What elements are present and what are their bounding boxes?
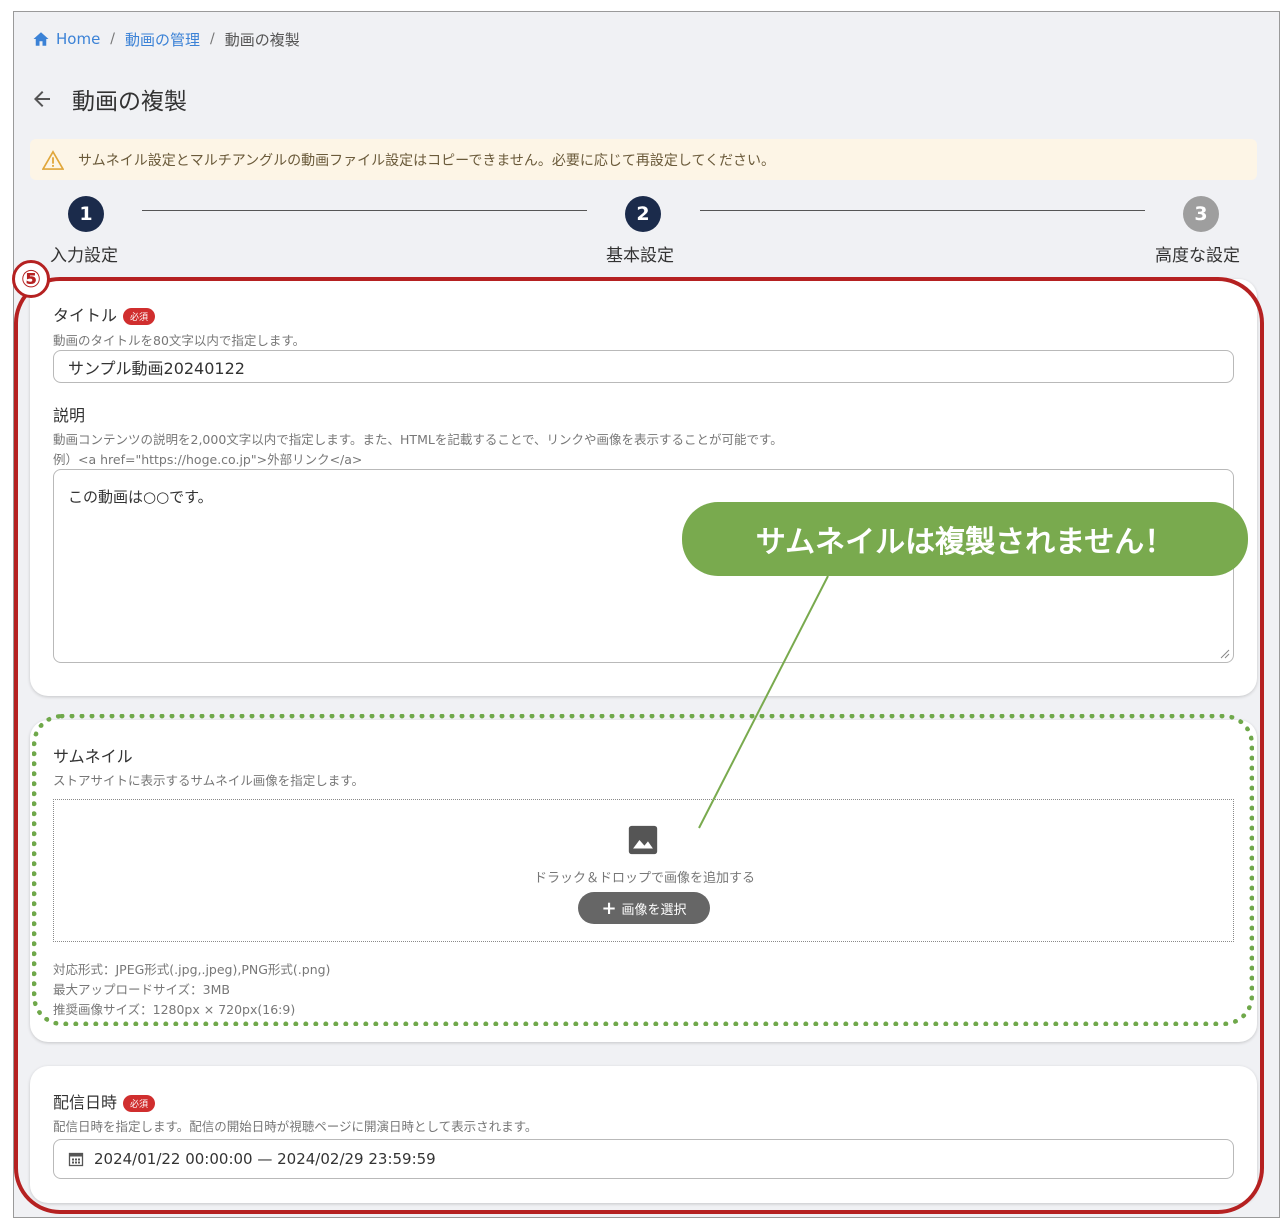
description-value: この動画は○○です。 — [68, 488, 213, 506]
breadcrumb: Home / 動画の管理 / 動画の複製 — [32, 28, 300, 50]
required-badge: 必須 — [123, 1095, 156, 1112]
step-1-circle[interactable]: 1 — [68, 196, 104, 232]
recommend-note: 推奨画像サイズ：1280px × 720px(16:9) — [53, 1002, 296, 1017]
delivery-label: 配信日時 必須 — [53, 1089, 156, 1113]
delivery-label-text: 配信日時 — [53, 1093, 118, 1112]
calendar-icon — [68, 1152, 84, 1167]
page-title: 動画の複製 — [72, 89, 187, 115]
dropzone-text: ドラック＆ドロップで画像を追加する — [533, 871, 755, 886]
thumbnail-label: サムネイル — [53, 747, 133, 766]
step-1-label: 入力設定 — [50, 246, 118, 266]
image-icon — [628, 825, 658, 855]
resize-handle-icon[interactable] — [1220, 649, 1230, 659]
description-label: 説明 — [53, 406, 86, 425]
app-window: Home / 動画の管理 / 動画の複製 動画の複製 サムネイル設定とマルチアン… — [13, 11, 1280, 1218]
breadcrumb-separator: / — [210, 31, 215, 47]
select-image-button[interactable]: + 画像を選択 — [578, 892, 710, 924]
thumbnail-dropzone[interactable]: ドラック＆ドロップで画像を追加する + 画像を選択 — [53, 799, 1234, 942]
delivery-value: 2024/01/22 00:00:00 — 2024/02/29 23:59:5… — [94, 1150, 436, 1168]
warning-icon — [42, 149, 64, 170]
description-hint: 動画コンテンツの説明を2,000文字以内で指定します。また、HTMLを記載するこ… — [53, 432, 783, 447]
title-label-text: タイトル — [53, 306, 118, 325]
step-3-circle[interactable]: 3 — [1183, 196, 1219, 232]
plus-icon: + — [601, 897, 617, 919]
breadcrumb-home-link[interactable]: Home — [56, 30, 100, 48]
description-example: 例）<a href="https://hoge.co.jp">外部リンク</a> — [53, 452, 363, 467]
step-2-circle[interactable]: 2 — [625, 196, 661, 232]
step-connector — [700, 210, 1145, 211]
size-note: 最大アップロードサイズ：3MB — [53, 982, 230, 997]
annotation-callout: サムネイルは複製されません！ — [682, 502, 1248, 576]
back-arrow-icon[interactable] — [30, 87, 54, 111]
annotation-marker-5: ⑤ — [12, 260, 50, 298]
required-badge: 必須 — [123, 308, 156, 325]
delivery-hint: 配信日時を指定します。配信の開始日時が視聴ページに開演日時として表示されます。 — [53, 1119, 538, 1134]
breadcrumb-current: 動画の複製 — [224, 30, 300, 49]
breadcrumb-videos-link[interactable]: 動画の管理 — [125, 29, 200, 50]
breadcrumb-separator: / — [110, 31, 116, 47]
thumbnail-card: サムネイル ストアサイトに表示するサムネイル画像を指定します。 ドラック＆ドロッ… — [30, 720, 1257, 1042]
home-icon[interactable] — [32, 30, 50, 48]
title-input[interactable]: サンプル動画20240122 — [53, 350, 1234, 383]
thumbnail-hint: ストアサイトに表示するサムネイル画像を指定します。 — [53, 773, 365, 788]
delivery-datetime-input[interactable]: 2024/01/22 00:00:00 — 2024/02/29 23:59:5… — [53, 1139, 1234, 1179]
step-connector — [142, 210, 587, 211]
title-label: タイトル 必須 — [53, 302, 156, 326]
step-2-label: 基本設定 — [606, 246, 674, 266]
format-note: 対応形式：JPEG形式(.jpg,.jpeg),PNG形式(.png) — [53, 962, 331, 977]
select-image-label: 画像を選択 — [621, 902, 687, 918]
delivery-card: 配信日時 必須 配信日時を指定します。配信の開始日時が視聴ページに開演日時として表… — [30, 1066, 1257, 1203]
step-3-label: 高度な設定 — [1155, 246, 1240, 266]
basic-info-card: タイトル 必須 動画のタイトルを80文字以内で指定します。 サンプル動画20240… — [30, 279, 1257, 696]
title-hint: 動画のタイトルを80文字以内で指定します。 — [53, 333, 306, 348]
alert-message: サムネイル設定とマルチアングルの動画ファイル設定はコピーできません。必要に応じて… — [78, 152, 776, 169]
warning-alert: サムネイル設定とマルチアングルの動画ファイル設定はコピーできません。必要に応じて… — [30, 139, 1257, 180]
